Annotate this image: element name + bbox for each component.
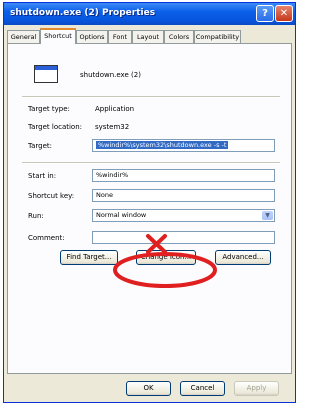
- divider: [22, 96, 280, 98]
- run-label: Run:: [28, 212, 44, 220]
- properties-window: shutdown.exe (2) Properties ? ✕ General …: [3, 2, 296, 403]
- comment-input[interactable]: [92, 231, 275, 244]
- close-button[interactable]: ✕: [275, 5, 293, 22]
- target-input-text: %windir%\system32\shutdown.exe -s -t: [96, 141, 229, 149]
- target-input[interactable]: %windir%\system32\shutdown.exe -s -t: [92, 139, 275, 152]
- tab-layout[interactable]: Layout: [132, 30, 164, 43]
- shortcut-key-input[interactable]: None: [92, 189, 275, 202]
- tab-shortcut[interactable]: Shortcut: [40, 28, 76, 44]
- tab-strip: General Shortcut Options Font Layout Col…: [7, 28, 293, 44]
- window-title: shutdown.exe (2) Properties: [10, 8, 156, 18]
- tab-options[interactable]: Options: [76, 30, 108, 43]
- shortcut-key-label: Shortcut key:: [28, 192, 75, 200]
- chevron-down-icon[interactable]: ▼: [262, 211, 273, 220]
- tab-compatibility[interactable]: Compatibility: [194, 30, 241, 43]
- tab-general[interactable]: General: [7, 30, 40, 43]
- target-type-label: Target type:: [28, 105, 70, 113]
- tab-font[interactable]: Font: [108, 30, 132, 43]
- start-in-input[interactable]: %windir%: [92, 169, 275, 182]
- cancel-button[interactable]: Cancel: [180, 381, 225, 396]
- target-location-value: system32: [95, 123, 130, 131]
- divider: [22, 162, 280, 164]
- change-icon-button[interactable]: Change Icon...: [136, 250, 196, 265]
- advanced-button[interactable]: Advanced...: [215, 250, 271, 265]
- ok-button[interactable]: OK: [126, 381, 171, 396]
- start-in-label: Start in:: [28, 172, 57, 180]
- target-location-label: Target location:: [28, 123, 83, 131]
- title-bar[interactable]: shutdown.exe (2) Properties ? ✕: [4, 3, 295, 25]
- comment-label: Comment:: [28, 234, 65, 242]
- shortcut-name: shutdown.exe (2): [80, 71, 141, 79]
- run-select-value: Normal window: [96, 211, 147, 219]
- application-icon: [34, 65, 58, 83]
- shortcut-panel: shutdown.exe (2) Target type: Applicatio…: [7, 43, 292, 374]
- run-select[interactable]: Normal window ▼: [92, 209, 275, 222]
- help-button[interactable]: ?: [256, 5, 274, 22]
- find-target-button[interactable]: Find Target...: [60, 250, 118, 265]
- tab-colors[interactable]: Colors: [164, 30, 194, 43]
- apply-button[interactable]: Apply: [234, 381, 279, 396]
- target-label: Target:: [28, 142, 53, 150]
- target-type-value: Application: [95, 105, 135, 113]
